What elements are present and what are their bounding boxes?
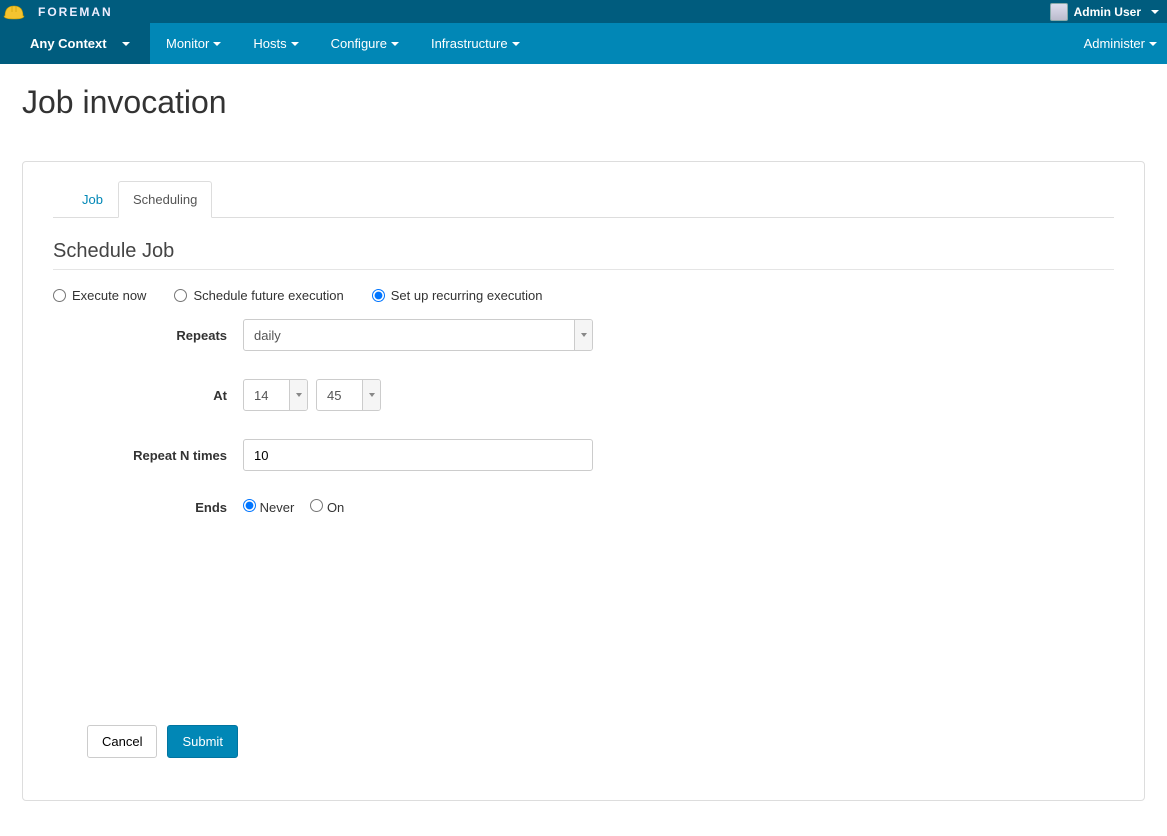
radio-execute-now[interactable]: Execute now: [53, 288, 146, 303]
repeats-select[interactable]: daily: [243, 319, 593, 351]
form-panel: Job Scheduling Schedule Job Execute now …: [22, 161, 1145, 801]
nav-administer[interactable]: Administer: [1068, 23, 1167, 64]
at-hour-value: 14: [244, 380, 289, 410]
at-minute-select[interactable]: 45: [316, 379, 381, 411]
context-selector[interactable]: Any Context: [0, 23, 150, 64]
form-actions: Cancel Submit: [87, 725, 238, 758]
radio-schedule-future[interactable]: Schedule future execution: [174, 288, 343, 303]
repeat-n-input[interactable]: [243, 439, 593, 471]
helmet-icon: [0, 0, 28, 23]
cancel-button[interactable]: Cancel: [87, 725, 157, 758]
user-menu[interactable]: Admin User: [1050, 3, 1159, 21]
nav-monitor[interactable]: Monitor: [150, 23, 237, 64]
chevron-down-icon: [289, 380, 307, 410]
tab-bar: Job Scheduling: [53, 180, 1114, 218]
page-title: Job invocation: [22, 84, 1145, 121]
repeats-value: daily: [244, 320, 574, 350]
nav-hosts[interactable]: Hosts: [237, 23, 314, 64]
radio-ends-on-input[interactable]: [310, 499, 323, 512]
avatar-icon: [1050, 3, 1068, 21]
at-label: At: [53, 388, 243, 403]
radio-schedule-future-input[interactable]: [174, 289, 187, 302]
radio-ends-never-input[interactable]: [243, 499, 256, 512]
at-minute-value: 45: [317, 380, 362, 410]
tab-job[interactable]: Job: [67, 181, 118, 218]
radio-recurring-input[interactable]: [372, 289, 385, 302]
caret-down-icon: [213, 42, 221, 46]
at-hour-select[interactable]: 14: [243, 379, 308, 411]
caret-down-icon: [1151, 10, 1159, 14]
submit-button[interactable]: Submit: [167, 725, 237, 758]
section-title: Schedule Job: [53, 240, 1114, 270]
brand-text: FOREMAN: [38, 5, 113, 19]
radio-ends-never[interactable]: Never: [243, 499, 294, 515]
caret-down-icon: [391, 42, 399, 46]
radio-execute-now-input[interactable]: [53, 289, 66, 302]
chevron-down-icon: [362, 380, 380, 410]
schedule-mode-radios: Execute now Schedule future execution Se…: [53, 288, 1114, 303]
radio-ends-on[interactable]: On: [310, 499, 344, 515]
user-name: Admin User: [1074, 5, 1141, 19]
caret-down-icon: [1149, 42, 1157, 46]
caret-down-icon: [512, 42, 520, 46]
ends-label: Ends: [53, 500, 243, 515]
repeats-label: Repeats: [53, 328, 243, 343]
nav-configure[interactable]: Configure: [315, 23, 415, 64]
top-header-bar: FOREMAN Admin User: [0, 0, 1167, 23]
brand[interactable]: FOREMAN: [0, 0, 113, 23]
radio-recurring[interactable]: Set up recurring execution: [372, 288, 543, 303]
repeat-n-label: Repeat N times: [53, 448, 243, 463]
chevron-down-icon: [574, 320, 592, 350]
caret-down-icon: [122, 42, 130, 46]
main-nav: Any Context Monitor Hosts Configure Infr…: [0, 23, 1167, 64]
context-label: Any Context: [30, 36, 107, 51]
tab-scheduling[interactable]: Scheduling: [118, 181, 212, 218]
caret-down-icon: [291, 42, 299, 46]
nav-infrastructure[interactable]: Infrastructure: [415, 23, 536, 64]
